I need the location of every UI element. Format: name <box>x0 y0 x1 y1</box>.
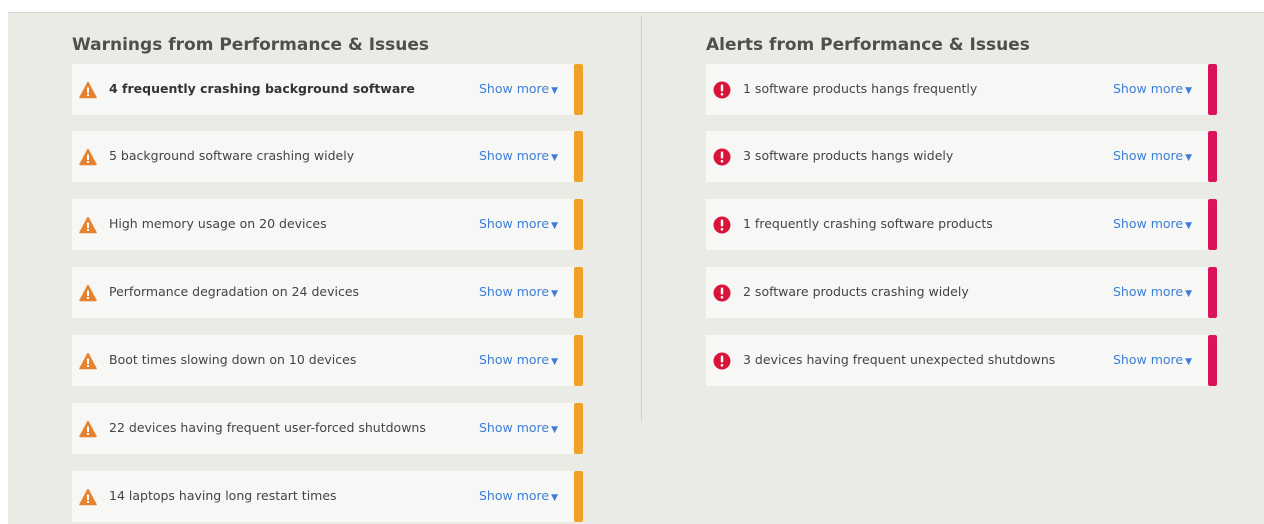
caret-down-icon: ▼ <box>1185 221 1193 231</box>
caret-down-icon: ▼ <box>1185 357 1193 367</box>
warning-card: Performance degradation on 24 devices Sh… <box>72 267 583 318</box>
warning-accent-bar <box>574 64 583 115</box>
show-more-button[interactable]: Show more ▼ <box>1113 81 1192 96</box>
alert-accent-bar <box>1208 199 1217 250</box>
show-more-button[interactable]: Show more ▼ <box>1113 216 1192 231</box>
alerts-heading: Alerts from Performance & Issues <box>706 35 1030 55</box>
alert-accent-bar <box>1208 267 1217 318</box>
warning-triangle-icon <box>79 81 97 99</box>
show-more-button[interactable]: Show more ▼ <box>479 216 558 231</box>
warning-triangle-icon <box>79 352 97 370</box>
show-more-button[interactable]: Show more ▼ <box>479 284 558 299</box>
alert-text: 1 frequently crashing software products <box>743 216 993 231</box>
warning-accent-bar <box>574 471 583 522</box>
alert-text: 3 software products hangs widely <box>743 148 954 163</box>
alert-circle-icon <box>713 81 731 99</box>
warning-text: 5 background software crashing widely <box>109 148 355 163</box>
warning-card: High memory usage on 20 devices Show mor… <box>72 199 583 250</box>
alert-card: 1 frequently crashing software products … <box>706 199 1217 250</box>
warning-accent-bar <box>574 199 583 250</box>
warning-card: 5 background software crashing widely Sh… <box>72 131 583 182</box>
warning-accent-bar <box>574 403 583 454</box>
warning-triangle-icon <box>79 284 97 302</box>
alert-circle-icon <box>713 284 731 302</box>
alert-circle-icon <box>713 148 731 166</box>
warning-triangle-icon <box>79 420 97 438</box>
alert-accent-bar <box>1208 335 1217 386</box>
show-more-button[interactable]: Show more ▼ <box>479 81 558 96</box>
warning-card: 14 laptops having long restart times Sho… <box>72 471 583 522</box>
performance-issues-panel: Warnings from Performance & Issues 4 fre… <box>8 12 1264 524</box>
alert-accent-bar <box>1208 64 1217 115</box>
caret-down-icon: ▼ <box>551 153 559 163</box>
warning-triangle-icon <box>79 148 97 166</box>
alert-circle-icon <box>713 352 731 370</box>
alert-card: 2 software products crashing widely Show… <box>706 267 1217 318</box>
alert-card: 3 devices having frequent unexpected shu… <box>706 335 1217 386</box>
alert-text: 3 devices having frequent unexpected shu… <box>743 352 1056 367</box>
warning-card: Boot times slowing down on 10 devices Sh… <box>72 335 583 386</box>
caret-down-icon: ▼ <box>1185 289 1193 299</box>
show-more-button[interactable]: Show more ▼ <box>479 352 558 367</box>
caret-down-icon: ▼ <box>551 289 559 299</box>
column-divider <box>641 15 642 421</box>
show-more-button[interactable]: Show more ▼ <box>1113 352 1192 367</box>
alert-card: 1 software products hangs frequently Sho… <box>706 64 1217 115</box>
warning-text: Boot times slowing down on 10 devices <box>109 352 357 367</box>
warning-accent-bar <box>574 267 583 318</box>
alert-text: 2 software products crashing widely <box>743 284 969 299</box>
caret-down-icon: ▼ <box>551 86 559 96</box>
caret-down-icon: ▼ <box>551 425 559 435</box>
caret-down-icon: ▼ <box>1185 86 1193 96</box>
show-more-button[interactable]: Show more ▼ <box>1113 148 1192 163</box>
alert-accent-bar <box>1208 131 1217 182</box>
show-more-button[interactable]: Show more ▼ <box>479 488 558 503</box>
caret-down-icon: ▼ <box>551 221 559 231</box>
warning-text: Performance degradation on 24 devices <box>109 284 360 299</box>
warning-triangle-icon <box>79 488 97 506</box>
caret-down-icon: ▼ <box>551 357 559 367</box>
warning-card: 22 devices having frequent user-forced s… <box>72 403 583 454</box>
warning-card: 4 frequently crashing background softwar… <box>72 64 583 115</box>
caret-down-icon: ▼ <box>1185 153 1193 163</box>
warning-text: 14 laptops having long restart times <box>109 488 337 503</box>
caret-down-icon: ▼ <box>551 493 559 503</box>
show-more-button[interactable]: Show more ▼ <box>1113 284 1192 299</box>
warning-accent-bar <box>574 335 583 386</box>
warning-triangle-icon <box>79 216 97 234</box>
show-more-button[interactable]: Show more ▼ <box>479 148 558 163</box>
warning-accent-bar <box>574 131 583 182</box>
warnings-heading: Warnings from Performance & Issues <box>72 35 430 55</box>
alert-circle-icon <box>713 216 731 234</box>
show-more-button[interactable]: Show more ▼ <box>479 420 558 435</box>
alert-text: 1 software products hangs frequently <box>743 81 978 96</box>
alert-card: 3 software products hangs widely Show mo… <box>706 131 1217 182</box>
warning-text: 22 devices having frequent user-forced s… <box>109 420 426 435</box>
warning-text: High memory usage on 20 devices <box>109 216 327 231</box>
warning-text: 4 frequently crashing background softwar… <box>109 81 415 96</box>
